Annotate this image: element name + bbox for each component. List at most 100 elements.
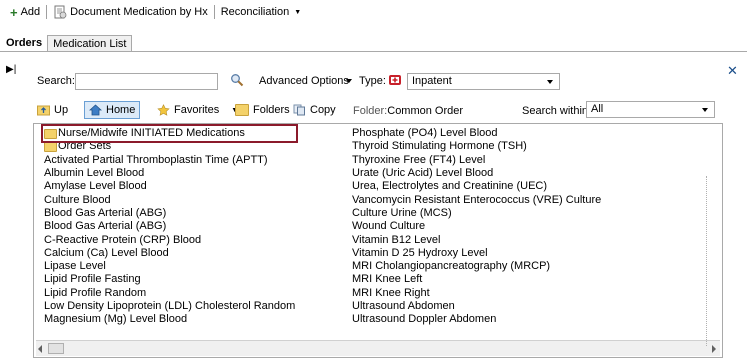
list-item[interactable]: Ultrasound Doppler Abdomen xyxy=(352,313,601,326)
plus-icon: + xyxy=(10,4,18,20)
list-column-right: Phosphate (PO4) Level Blood Thyroid Stimu… xyxy=(352,127,601,326)
type-value: Inpatent xyxy=(412,75,452,87)
scrollbar-thumb[interactable] xyxy=(48,343,64,354)
list-item-label: Wound Culture xyxy=(352,220,426,233)
list-item[interactable]: Vitamin D 25 Hydroxy Level xyxy=(352,247,601,260)
scroll-right-icon[interactable] xyxy=(712,345,716,353)
folder-list-item[interactable]: Nurse/Midwife INITIATED Medications xyxy=(40,123,299,144)
order-catalog-list: Nurse/Midwife INITIATED Medications Order… xyxy=(33,123,723,358)
list-item[interactable]: Culture Urine (MCS) xyxy=(352,207,601,220)
advanced-options-button[interactable]: Advanced Options xyxy=(259,72,349,90)
document-medication-button[interactable]: Document Medication by Hx xyxy=(49,3,212,21)
list-item-label: Urate (Uric Acid) Level Blood xyxy=(352,167,494,180)
list-item[interactable]: Lipid Profile Fasting xyxy=(44,273,295,286)
list-item[interactable]: Lipase Level xyxy=(44,260,295,273)
search-input[interactable] xyxy=(75,73,218,90)
list-item-label: Lipid Profile Random xyxy=(44,286,147,299)
list-item-label: Lipase Level xyxy=(44,260,106,273)
type-select[interactable]: Inpatent xyxy=(407,73,560,90)
list-item[interactable]: Wound Culture xyxy=(352,220,601,233)
list-item-label: Thyroid Stimulating Hormone (TSH) xyxy=(352,140,527,153)
document-medication-icon xyxy=(54,5,67,19)
home-label: Home xyxy=(106,104,136,116)
search-row: Search: Advanced Options Type: Inpatent xyxy=(33,72,723,92)
folder-value: Common Order xyxy=(387,105,464,117)
folder-icon xyxy=(44,141,57,152)
search-within-value: All xyxy=(591,103,604,115)
list-item[interactable]: Thyroxine Free (FT4) Level xyxy=(352,154,601,167)
list-item[interactable]: Blood Gas Arterial (ABG) xyxy=(44,220,295,233)
top-toolbar: + Add Document Medication by Hx Reconcil… xyxy=(0,0,747,24)
folder-icon xyxy=(235,104,249,116)
favorites-button[interactable]: Favorites ▼ xyxy=(153,101,242,119)
tab-orders[interactable]: Orders xyxy=(0,33,49,52)
list-item[interactable]: Lipid Profile Random xyxy=(44,287,295,300)
search-within-select[interactable]: All xyxy=(586,101,715,118)
list-item[interactable]: MRI Cholangiopancreatography (MRCP) xyxy=(352,260,601,273)
horizontal-scrollbar[interactable] xyxy=(36,340,720,356)
star-icon xyxy=(157,104,170,116)
list-item[interactable]: Low Density Lipoprotein (LDL) Cholestero… xyxy=(44,300,295,313)
list-item[interactable]: Thyroid Stimulating Hormone (TSH) xyxy=(352,140,601,153)
list-item[interactable]: MRI Knee Right xyxy=(352,287,601,300)
list-item[interactable]: Culture Blood xyxy=(44,193,295,206)
list-item[interactable]: Vitamin B12 Level xyxy=(352,233,601,246)
list-item-label: Amylase Level Blood xyxy=(44,180,147,193)
list-item-label: Order Sets xyxy=(58,140,112,153)
list-item-label: Vitamin B12 Level xyxy=(352,233,441,246)
document-medication-label: Document Medication by Hx xyxy=(70,6,208,18)
list-item-label: Urea, Electrolytes and Creatinine (UEC) xyxy=(352,180,548,193)
navigation-toolbar: Up Home Favorites ▼ Folders Copy xyxy=(33,99,723,121)
folders-button[interactable]: Folders xyxy=(231,101,294,119)
chevron-down-icon xyxy=(702,108,708,112)
list-item-label: MRI Knee Right xyxy=(352,286,430,299)
reconciliation-label: Reconciliation xyxy=(220,6,290,18)
list-item-label: MRI Cholangiopancreatography (MRCP) xyxy=(352,260,551,273)
tab-divider xyxy=(0,51,747,52)
folder-list-item[interactable]: Order Sets xyxy=(44,140,295,153)
list-item[interactable]: Urea, Electrolytes and Creatinine (UEC) xyxy=(352,180,601,193)
home-button[interactable]: Home xyxy=(84,101,141,119)
search-icon[interactable] xyxy=(230,73,244,87)
list-item-label: Lipid Profile Fasting xyxy=(44,273,141,286)
close-icon[interactable]: ✕ xyxy=(727,63,738,79)
list-item-label: Vitamin D 25 Hydroxy Level xyxy=(352,246,488,259)
list-item-label: MRI Knee Left xyxy=(352,273,423,286)
list-column-left: Nurse/Midwife INITIATED Medications Order… xyxy=(40,123,299,326)
current-folder-path: Folder:Common Order xyxy=(353,105,463,117)
scroll-left-icon[interactable] xyxy=(38,345,42,353)
list-item[interactable]: Blood Gas Arterial (ABG) xyxy=(44,207,295,220)
list-item[interactable]: Phosphate (PO4) Level Blood xyxy=(352,127,601,140)
folder-icon xyxy=(44,128,57,139)
list-item[interactable]: Activated Partial Thromboplastin Time (A… xyxy=(44,154,295,167)
list-item-label: Thyroxine Free (FT4) Level xyxy=(352,153,486,166)
list-item-label: Blood Gas Arterial (ABG) xyxy=(44,206,167,219)
list-item[interactable]: Albumin Level Blood xyxy=(44,167,295,180)
toolbar-separator xyxy=(213,5,215,19)
order-search-panel: Search: Advanced Options Type: Inpatent xyxy=(33,63,723,361)
up-button[interactable]: Up xyxy=(33,101,72,119)
favorites-label: Favorites xyxy=(174,104,220,116)
search-within-label: Search within: xyxy=(522,105,592,117)
list-item[interactable]: Urate (Uric Acid) Level Blood xyxy=(352,167,601,180)
list-item[interactable]: Magnesium (Mg) Level Blood xyxy=(44,313,295,326)
tab-medication-list[interactable]: Medication List xyxy=(47,35,133,52)
list-item[interactable]: Ultrasound Abdomen xyxy=(352,300,601,313)
reconciliation-menu[interactable]: Reconciliation ▼ xyxy=(217,3,305,21)
expand-panel-icon[interactable]: ▶| xyxy=(6,64,16,75)
chevron-down-icon[interactable] xyxy=(346,79,352,83)
type-label: Type: xyxy=(359,75,386,87)
list-item[interactable]: Amylase Level Blood xyxy=(44,180,295,193)
list-item-label: Vancomycin Resistant Enterococcus (VRE) … xyxy=(352,193,602,206)
list-item[interactable]: Vancomycin Resistant Enterococcus (VRE) … xyxy=(352,193,601,206)
list-item[interactable]: MRI Knee Left xyxy=(352,273,601,286)
list-item-label: Culture Urine (MCS) xyxy=(352,206,452,219)
list-item[interactable]: Calcium (Ca) Level Blood xyxy=(44,247,295,260)
up-label: Up xyxy=(54,104,69,116)
list-item-label: Blood Gas Arterial (ABG) xyxy=(44,220,167,233)
add-button[interactable]: + Add xyxy=(6,3,44,21)
list-item-label: Ultrasound Abdomen xyxy=(352,300,455,312)
advanced-options-label: Advanced Options xyxy=(259,75,349,87)
copy-button[interactable]: Copy xyxy=(289,101,340,119)
list-item[interactable]: C-Reactive Protein (CRP) Blood xyxy=(44,233,295,246)
